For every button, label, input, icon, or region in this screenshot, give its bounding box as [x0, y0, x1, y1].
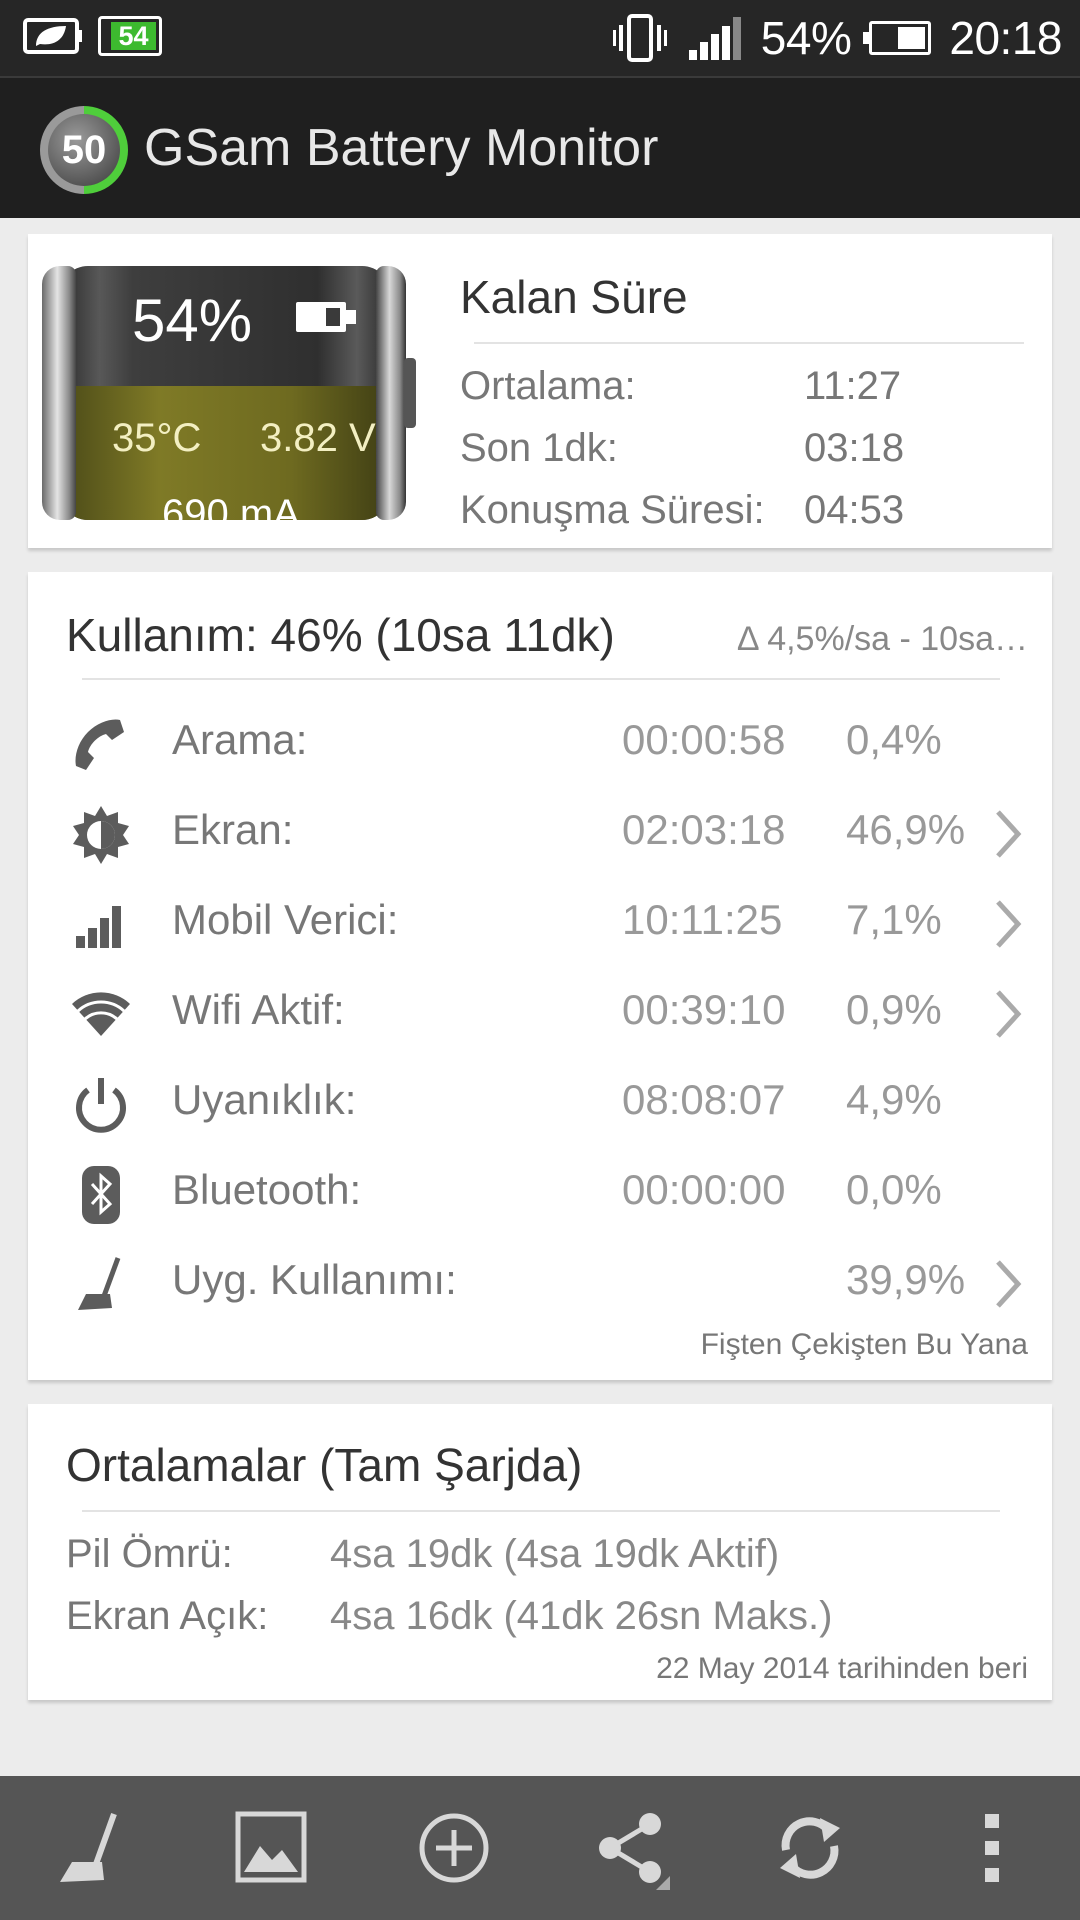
usage-row-awake[interactable]: Uyanıklık: 08:08:07 4,9% [28, 1064, 1052, 1144]
usage-percent: 46,9% [846, 806, 966, 853]
eco-battery-icon [22, 14, 84, 58]
usage-percent: 0,9% [846, 986, 942, 1033]
usage-card: Kullanım: 46% (10sa 11dk) Δ 4,5%/sa - 10… [28, 572, 1052, 1380]
usage-percent: 4,9% [846, 1076, 942, 1123]
usage-label: Arama: [172, 716, 308, 763]
vibrate-icon [611, 13, 669, 63]
battery-icon [863, 21, 932, 55]
usage-row-bluetooth[interactable]: Bluetooth: 00:00:00 0,0% [28, 1154, 1052, 1234]
usage-row-wifi[interactable]: Wifi Aktif: 00:39:10 0,9% [28, 974, 1052, 1054]
usage-percent: 0,0% [846, 1166, 942, 1213]
usage-label: Wifi Aktif: [172, 986, 345, 1033]
usage-row-screen[interactable]: Ekran: 02:03:18 46,9% [28, 794, 1052, 874]
phone-icon [68, 714, 134, 776]
battery-temperature: 35°C [112, 416, 202, 460]
app-logo-text: 50 [48, 114, 120, 186]
power-icon [68, 1074, 134, 1136]
signal-bars-icon [68, 894, 134, 956]
battery-plug-icon [296, 302, 356, 332]
usage-label: Bluetooth: [172, 1166, 362, 1213]
usage-title: Kullanım: 46% (10sa 11dk) [66, 609, 615, 661]
battery-card: 54% 35°C 3.82 V 690 mA Kalan Süre Ortala… [28, 234, 1052, 548]
remaining-label: Ortalama: [460, 364, 636, 408]
image-icon[interactable] [230, 1806, 314, 1890]
brightness-icon [68, 804, 134, 866]
refresh-icon[interactable] [768, 1806, 852, 1890]
battery-graphic[interactable]: 54% 35°C 3.82 V 690 mA [42, 266, 416, 536]
status-bar: 54 54% 20:18 [0, 0, 1080, 76]
usage-row-app-usage[interactable]: Uyg. Kullanımı: 39,9% [28, 1244, 1052, 1324]
usage-time: 00:00:58 [622, 716, 786, 763]
remaining-label: Konuşma Süresi: [460, 488, 765, 532]
averages-value: 4sa 19dk (4sa 19dk Aktif) [330, 1532, 780, 1576]
action-bar: 50 GSam Battery Monitor [0, 76, 1080, 218]
battery-current: 690 mA [162, 492, 300, 536]
averages-card: Ortalamalar (Tam Şarjda) Pil Ömrü: 4sa 1… [28, 1404, 1052, 1700]
remaining-value: 03:18 [804, 426, 905, 470]
app-logo-icon[interactable]: 50 [40, 106, 128, 194]
remaining-value: 04:53 [804, 488, 905, 532]
averages-footer: 22 May 2014 tarihinden beri [656, 1652, 1028, 1685]
usage-time: 02:03:18 [622, 806, 786, 853]
signal-icon [687, 14, 743, 62]
usage-footer: Fişten Çekişten Bu Yana [700, 1328, 1028, 1361]
averages-label: Ekran Açık: [66, 1594, 269, 1638]
usage-time: 08:08:07 [622, 1076, 786, 1123]
divider [82, 1510, 1000, 1512]
chevron-right-icon[interactable] [988, 988, 1028, 1040]
usage-label: Uyanıklık: [172, 1076, 357, 1123]
usage-label: Ekran: [172, 806, 294, 853]
usage-row-mobile-radio[interactable]: Mobil Verici: 10:11:25 7,1% [28, 884, 1052, 964]
usage-time: 00:00:00 [622, 1166, 786, 1213]
remaining-label: Son 1dk: [460, 426, 618, 470]
chevron-right-icon[interactable] [988, 1258, 1028, 1310]
clock: 20:18 [949, 12, 1062, 64]
overflow-menu-icon[interactable] [950, 1806, 1034, 1890]
broom-icon [68, 1254, 134, 1316]
divider [474, 342, 1024, 344]
app-title: GSam Battery Monitor [144, 119, 659, 177]
averages-title: Ortalamalar (Tam Şarjda) [66, 1439, 583, 1491]
battery-badge-value: 54 [111, 22, 156, 50]
remaining-title: Kalan Süre [460, 271, 688, 323]
usage-percent: 7,1% [846, 896, 942, 943]
usage-time: 10:11:25 [622, 896, 783, 943]
chevron-right-icon[interactable] [988, 808, 1028, 860]
bottom-toolbar [0, 1776, 1080, 1920]
usage-row-call[interactable]: Arama: 00:00:58 0,4% [28, 704, 1052, 784]
bluetooth-icon [68, 1164, 134, 1226]
usage-rate: Δ 4,5%/sa - 10sa… [736, 620, 1028, 658]
usage-percent: 39,9% [846, 1256, 966, 1303]
usage-percent: 0,4% [846, 716, 942, 763]
broom-icon[interactable] [50, 1806, 134, 1890]
battery-percent-text: 54% [760, 12, 852, 64]
divider [82, 678, 1000, 680]
averages-value: 4sa 16dk (41dk 26sn Maks.) [330, 1594, 833, 1638]
averages-label: Pil Ömrü: [66, 1532, 233, 1576]
battery-badge-icon: 54 [98, 16, 162, 56]
add-circle-icon[interactable] [412, 1806, 496, 1890]
remaining-value: 11:27 [804, 364, 902, 408]
chevron-right-icon[interactable] [988, 898, 1028, 950]
share-icon[interactable] [590, 1806, 674, 1890]
usage-time: 00:39:10 [622, 986, 786, 1033]
wifi-icon [68, 984, 134, 1046]
usage-label: Mobil Verici: [172, 896, 399, 943]
usage-label: Uyg. Kullanımı: [172, 1256, 457, 1303]
battery-percent: 54% [132, 287, 253, 354]
battery-voltage: 3.82 V [260, 416, 376, 460]
